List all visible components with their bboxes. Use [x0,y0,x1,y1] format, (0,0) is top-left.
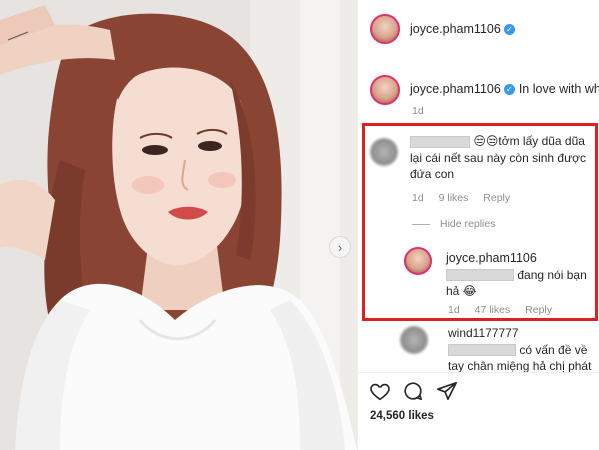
comment-2-body: wind1177777 có vấn đề về tay chân miệng … [448,325,598,375]
comment-line-2: lại cái nết sau này còn sinh được [410,150,586,165]
commenter-avatar[interactable] [370,138,398,166]
reply-username[interactable]: joyce.pham1106 [446,250,596,267]
comment-icon[interactable] [402,380,424,402]
redacted-mention [446,269,514,282]
redacted-username [410,135,470,148]
likes-count[interactable]: 24,560 likes [370,410,434,422]
comment-meta: 1d 9 likes Reply [412,192,510,204]
actions-divider [358,372,599,373]
reply-line-2: hả 😂 [446,284,477,298]
header-avatar[interactable] [370,14,400,44]
caption-text: In love with white [518,82,599,96]
share-icon[interactable] [436,380,458,402]
redacted-mention [448,344,516,357]
woman-selfie-illustration [0,0,357,450]
caption-row: joyce.pham1106✓In love with white [410,82,599,96]
reply-reply-button[interactable]: Reply [525,304,552,316]
comment-likes[interactable]: 9 likes [439,192,469,204]
comment-line-1: 😒😒tởm lấy dũa dũa [410,133,595,150]
reply-time: 1d [448,304,460,316]
verified-badge-icon: ✓ [503,84,515,96]
reply-body: joyce.pham1106 đang nói bạn hả 😂 [446,250,596,300]
heart-icon[interactable] [369,380,391,402]
comment-line-3: đứa con [410,167,455,181]
verified-badge-icon: ✓ [503,24,515,36]
caption-username[interactable]: joyce.pham1106 [410,82,501,96]
comment-2-line-1: có vấn đề về [448,342,598,359]
reply-meta: 1d 47 likes Reply [448,304,552,316]
reply-likes[interactable]: 47 likes [475,304,511,316]
header-username[interactable]: joyce.pham1106 [410,22,501,36]
header-username-row: joyce.pham1106 ✓ [410,22,515,36]
comment-time: 1d [412,192,424,204]
caption-time: 1d [412,105,424,117]
caption-avatar[interactable] [370,75,400,105]
comment-2-username[interactable]: wind1177777 [448,325,598,342]
commenter-avatar-2[interactable] [400,326,428,354]
reply-line-1: đang nói bạn [446,267,596,284]
hide-replies-button[interactable]: Hide replies [412,218,495,230]
hide-replies-line [412,223,430,225]
post-photo[interactable]: › [0,0,357,450]
chevron-right-icon: › [337,239,343,255]
next-photo-button[interactable]: › [329,236,351,258]
comment-reply-button[interactable]: Reply [483,192,510,204]
reply-avatar[interactable] [404,247,432,275]
comment-body: 😒😒tởm lấy dũa dũa lại cái nết sau này cò… [410,133,595,183]
